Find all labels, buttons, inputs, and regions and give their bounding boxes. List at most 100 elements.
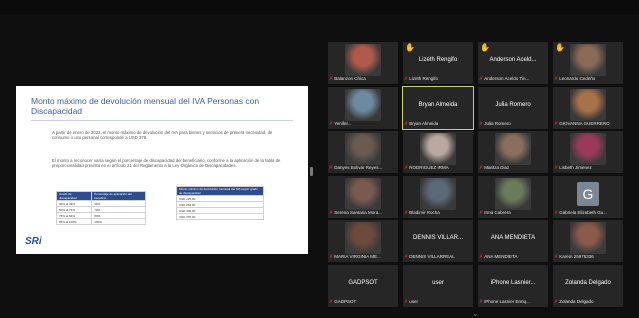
participant-tile[interactable]: ✗Danyes Bolivar Reyes... [328, 131, 398, 173]
participant-caption-label: user [409, 298, 418, 304]
participant-caption: ✗Zolanda Delgado [554, 298, 622, 306]
table-cell: USD 375,00 [176, 213, 264, 220]
slide-divider [31, 120, 293, 121]
participant-tile[interactable]: ✗Serena Santana Mora... [328, 175, 398, 218]
participant-tile[interactable]: iPhone Lasnier... ✗iPhone Lasnier Enriq..… [478, 264, 548, 307]
participant-video [570, 44, 606, 76]
participant-tile[interactable]: ✋ ✗Leonardo Cedeño [553, 42, 623, 84]
participant-caption-label: GADPSOT [334, 298, 357, 304]
participant-name: Anderson Aceld... [489, 57, 537, 63]
muted-mic-icon: ✗ [554, 254, 559, 260]
participant-caption-label: Bryan Almeida [409, 120, 439, 126]
participant-caption: ✗Bryan Almeida [404, 120, 472, 128]
participant-caption: ✗DENNIS VILLARREAL [404, 253, 472, 261]
participant-name: user [432, 279, 444, 286]
slide-title: Monto máximo de devolución mensual del I… [31, 96, 260, 116]
participant-tile[interactable]: ✗Irma Cabrera [478, 175, 548, 218]
participant-caption: ✗GIOVANNA GUERRERO [554, 120, 622, 128]
muted-mic-icon: ✗ [404, 298, 409, 305]
participant-tile[interactable]: Lizeth Rengifo ✋ ✗Lizeth Rengifo [403, 42, 473, 84]
muted-mic-icon: ✗ [554, 76, 559, 82]
participant-caption: ✗Maritza Diaz [479, 164, 547, 172]
participant-tile[interactable]: ✗Karem 25975336 [553, 220, 623, 262]
muted-mic-icon: ✗ [554, 209, 559, 216]
participant-tile[interactable]: ✗GIOVANNA GUERRERO [553, 86, 623, 129]
participant-tile[interactable]: ANA MENDIETA ✗ANA MENDIETA [478, 220, 548, 262]
participant-video [495, 177, 531, 210]
participant-caption: ✗Balanzon Chica [329, 75, 397, 83]
participant-name: Julia Romero [495, 101, 531, 108]
participant-caption-label: Danyes Bolivar Reyes... [334, 165, 383, 170]
participant-tile[interactable]: Zolanda Delgado ✗Zolanda Delgado [553, 264, 623, 307]
participant-caption-label: Karem 25975336 [559, 254, 594, 259]
raised-hand-icon: ✋ [555, 43, 565, 52]
participant-caption: ✗Leonardo Cedeño [554, 75, 622, 83]
participant-caption-label: ANA MENDIETA [484, 254, 518, 259]
muted-mic-icon: ✗ [404, 209, 409, 216]
participant-tile[interactable]: Julia Romero ✗Julia Romero [478, 86, 548, 129]
table-cell: 85% al 100% [55, 218, 93, 225]
participant-caption: ✗Yenifer... [329, 120, 397, 128]
participant-tile[interactable]: ✗Maritza Diaz [478, 131, 548, 173]
participant-caption: ✗MARIA VIRGINIA ME... [329, 253, 397, 261]
participant-name: iPhone Lasnier... [490, 279, 536, 286]
muted-mic-icon: ✗ [329, 209, 334, 216]
slide-paragraph-2: El monto a reconocer varía según el porc… [52, 158, 281, 168]
participant-gallery: ✗Balanzon Chica Lizeth Rengifo ✋ ✗Lizeth Re… [328, 42, 628, 308]
participant-tile[interactable]: Bryan Almeida ✗Bryan Almeida [402, 85, 474, 130]
muted-mic-icon: ✗ [329, 298, 334, 305]
max-refund-table: Monto máximo de devolución mensual del I… [176, 186, 264, 220]
participant-caption-label: Serena Santana Mora... [334, 209, 382, 215]
table-row: USD 375,00 [176, 213, 264, 220]
participant-tile[interactable]: ✗RODRIGUEZ IRMA [403, 131, 473, 173]
participant-tile[interactable]: ✗Bladimir Rocha [403, 175, 473, 218]
participant-caption: ✗Danyes Bolivar Reyes... [329, 164, 397, 172]
participant-caption-label: Bladimir Rocha [409, 209, 440, 215]
participant-tile[interactable]: Anderson Aceld... ✋ ✗Anderson Aceldo Tin..… [478, 42, 548, 84]
participant-tile[interactable]: ✗Balanzon Chica [328, 42, 398, 84]
participant-caption-label: Irma Cabrera [484, 209, 511, 215]
participant-tile[interactable]: DENNIS VILLAR... ✗DENNIS VILLARREAL [403, 220, 473, 262]
sri-logo: SRi [25, 236, 42, 247]
participant-caption: ✗Julia Romero [479, 120, 547, 128]
participant-tile[interactable]: ✗MARIA VIRGINIA ME... [328, 220, 398, 262]
raised-hand-icon: ✋ [405, 43, 415, 52]
participant-tile[interactable]: G ✗Gabriela Elizabeth Gu... [553, 175, 623, 218]
participant-caption: ✗iPhone Lasnier Enriq... [479, 298, 547, 306]
participant-caption: ✗Irma Cabrera [479, 209, 547, 217]
muted-mic-icon: ✗ [554, 165, 559, 171]
participant-caption: ✗ANA MENDIETA [479, 253, 547, 261]
participant-caption: ✗RODRIGUEZ IRMA [404, 164, 472, 172]
muted-mic-icon: ✗ [479, 298, 484, 305]
muted-mic-icon: ✗ [404, 165, 409, 171]
participant-caption: ✗Karem 25975336 [554, 253, 622, 261]
split-view-drag-handle[interactable] [310, 167, 313, 176]
muted-mic-icon: ✗ [329, 76, 334, 82]
participant-caption-label: Maritza Diaz [484, 165, 510, 170]
participant-video [345, 177, 381, 210]
participant-tile[interactable]: ✗Yenifer... [328, 86, 398, 129]
muted-mic-icon: ✗ [479, 165, 484, 171]
participant-video [570, 88, 606, 121]
participant-name: Zolanda Delgado [565, 279, 611, 286]
muted-mic-icon: ✗ [554, 120, 559, 127]
participant-caption: ✗Lizeth Rengifo [404, 75, 472, 83]
participant-tile[interactable]: GADPSOT ✗GADPSOT [328, 264, 398, 307]
participant-video [495, 133, 531, 165]
table-header: Monto máximo de devolución mensual del I… [176, 186, 264, 196]
participant-video [345, 44, 381, 76]
table-cell: 100% [91, 218, 146, 225]
muted-mic-icon: ✗ [404, 120, 409, 127]
table-header: Porcentaje de aplicación del beneficio [91, 191, 146, 201]
raised-hand-icon: ✋ [480, 43, 490, 52]
muted-mic-icon: ✗ [479, 209, 484, 216]
participant-name: Bryan Almeida [418, 101, 458, 108]
participant-tile[interactable]: ✗Lisbeth Jimenez [553, 131, 623, 173]
participant-caption-label: Yenifer... [334, 120, 352, 126]
participant-tile[interactable]: user ✗user [403, 264, 473, 307]
participant-name: DENNIS VILLAR... [412, 235, 463, 241]
participant-caption-label: RODRIGUEZ IRMA [409, 165, 449, 170]
participant-caption-label: Julia Romero [484, 120, 511, 126]
muted-mic-icon: ✗ [479, 120, 484, 127]
table-header: Grado de discapacidad [55, 191, 93, 201]
